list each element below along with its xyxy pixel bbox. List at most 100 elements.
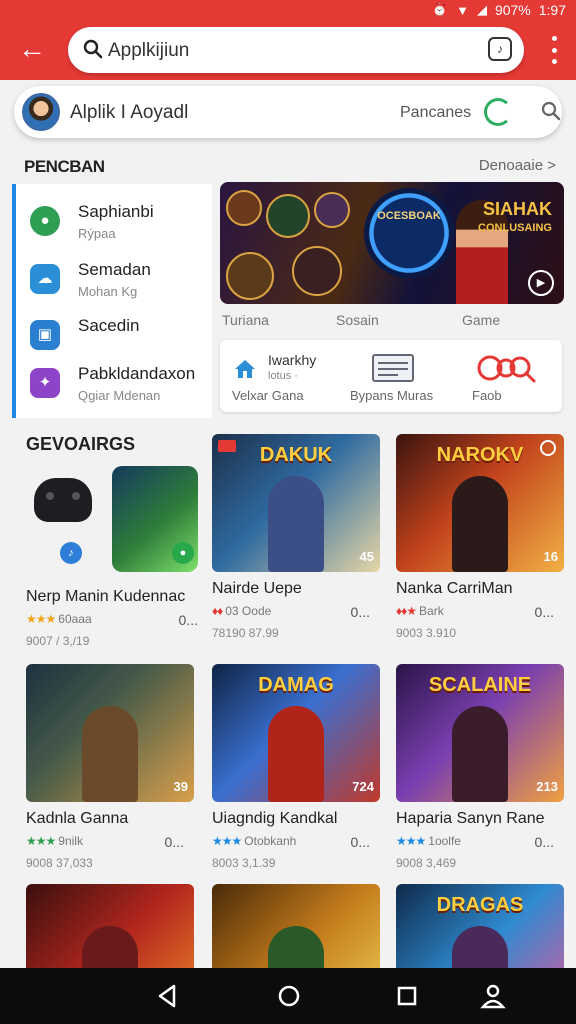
category-label: Saphianbi [78, 202, 154, 221]
promo-tile[interactable]: ♪ ● [26, 464, 198, 574]
game-character [268, 476, 324, 572]
game-card[interactable]: DAMAG 724 Uiagndig Kandkal ★★★ Otobkanh 8003 … [212, 664, 382, 870]
game-thumbnail: 39 [26, 664, 194, 802]
game-title: Uiagndig Kandkal [212, 810, 338, 827]
banner-emblem-text: OCESBOAK [377, 210, 441, 222]
profile-icon[interactable] [478, 982, 508, 1010]
game-thumbnail: SCALAINE 213 [396, 664, 564, 802]
game-price: 9003 3.910 [396, 626, 457, 640]
back-button[interactable]: ← [14, 34, 50, 66]
category-item[interactable]: ✦ Pabkldandaxon Qgiar Mdenan [26, 362, 216, 412]
more-button[interactable]: 0... [351, 604, 370, 620]
game-card[interactable]: SCALAINE 213 Haparia Sanyn Rane ★★★ 1oolfe 90… [396, 664, 566, 870]
app-screen: ⏰ ▼ ◢ 907% 1:97 ← Applkijiun ♪ Alplik I … [0, 0, 576, 1024]
game-price: 9007 / 3,/19 [26, 634, 90, 648]
section-title: PENCBAN [24, 157, 105, 176]
gamepad-icon [34, 478, 92, 522]
game-character [268, 706, 324, 802]
game-badge-number: 213 [536, 779, 558, 794]
star-icon: ♦♦ [212, 604, 223, 618]
game-title: Nerp Manin Kudennac [26, 588, 186, 605]
featured-banner[interactable]: OCESBOAK SIAHAK CONLUSAING ▶ [220, 182, 564, 304]
dot-icon [551, 47, 557, 53]
game-thumbnail: DAMAG 724 [212, 664, 380, 802]
game-rating: ♦♦ 03 Oode [212, 604, 271, 618]
category-label: Pabkldandaxon [78, 364, 196, 383]
game-badge-number: 724 [352, 779, 374, 794]
banner-label: Game [462, 312, 501, 328]
star-icon: ★★★ [26, 834, 56, 848]
star-icon: ★★★ [212, 834, 242, 848]
search-input[interactable]: Applkijiun ♪ [68, 27, 524, 73]
game-rating: ★★★ 1oolfe [396, 834, 461, 848]
category-label: Semadan [78, 260, 151, 279]
app-bar: ⏰ ▼ ◢ 907% 1:97 ← Applkijiun ♪ [0, 0, 576, 80]
more-button[interactable]: 0... [535, 834, 554, 850]
battery-level: 907% [494, 2, 531, 18]
character-portrait [314, 192, 350, 228]
games-heading: GEVOAIRGS [26, 434, 136, 454]
filter-label[interactable]: Pancanes [400, 104, 471, 122]
game-card[interactable]: 39 Kadnla Ganna ★★★ 9nilk 9008 37,033 0... [26, 664, 196, 870]
banner-title: SIAHAK CONLUSAING [442, 200, 552, 238]
game-card[interactable]: DAKUK 45 Nairde Uepe ♦♦ 03 Oode 78190 87.99 0.… [212, 434, 382, 640]
search-icon[interactable] [540, 100, 562, 122]
search-icon [477, 355, 536, 383]
signal-icon: ◢ [476, 2, 487, 17]
more-options-button[interactable] [546, 36, 562, 64]
gamepad-icon: ✦ [30, 368, 60, 398]
wifi-icon: ▼ [456, 2, 469, 18]
voice-search-icon[interactable]: ♪ [488, 37, 512, 61]
quick-tile[interactable]: Iwarkhy lotus · Velxar Gana [220, 340, 338, 412]
category-item[interactable]: ● Saphianbi Rýpaa [26, 200, 216, 250]
nav-recents-icon[interactable] [392, 982, 422, 1010]
dot-icon [551, 36, 557, 41]
game-rating-text: Otobkanh [244, 834, 297, 848]
game-card[interactable]: NAROKV 16 Nanka CarriMan ♦♦★ Bark 9003 3.910 0… [396, 434, 566, 640]
play-icon[interactable]: ▶ [528, 270, 554, 296]
dot-icon [551, 59, 557, 64]
clock: 1:97 [538, 2, 566, 18]
banner-label: Turiana [222, 312, 269, 328]
more-button[interactable]: 0... [165, 834, 184, 850]
game-badge-number: 39 [173, 779, 188, 794]
game-title: Kadnla Ganna [26, 810, 129, 827]
game-rating: ♦♦★ Bark [396, 604, 444, 618]
refresh-icon[interactable] [484, 98, 512, 126]
nav-back-icon[interactable] [152, 982, 182, 1010]
more-button[interactable]: 0... [351, 834, 370, 850]
game-logo: DAKUK [259, 444, 333, 466]
game-rating-text: 9nilk [58, 834, 83, 848]
quick-tile[interactable]: Faob [450, 340, 562, 412]
quick-tile-label: Bypans Muras [350, 388, 434, 403]
character-portrait [266, 194, 310, 238]
game-rating-text: 1oolfe [428, 834, 461, 848]
category-panel: ● Saphianbi Rýpaa ☁ Semadan Mohan Kg ▣ S… [12, 184, 212, 418]
more-button[interactable]: 0... [535, 604, 554, 620]
chat-icon: ● [30, 206, 60, 236]
star-icon: ♦♦★ [396, 604, 417, 618]
game-thumbnail: DAKUK 45 [212, 434, 380, 572]
category-label: Sacedin [78, 316, 140, 335]
more-button[interactable]: 0... [179, 612, 198, 628]
see-all-link[interactable]: Denoaaie > [479, 157, 556, 174]
character-portrait [292, 246, 342, 296]
avatar[interactable] [22, 93, 60, 131]
game-character [82, 706, 138, 802]
game-price: 8003 3,1.39 [212, 856, 276, 870]
quick-tile-label: Velxar Gana [232, 388, 304, 403]
quick-tile[interactable]: Bypans Muras [338, 340, 450, 412]
game-rating-text: Bark [419, 604, 444, 618]
nav-home-icon[interactable] [274, 982, 304, 1010]
category-item[interactable]: ▣ Sacedin [26, 314, 216, 364]
game-badge-number: 16 [543, 549, 558, 564]
game-logo: SCALAINE [428, 674, 532, 696]
game-rating: ★★★ 60aaa [26, 612, 92, 626]
category-item[interactable]: ☁ Semadan Mohan Kg [26, 258, 216, 308]
quick-tile-sub: lotus · [268, 370, 298, 382]
store-search-bar[interactable]: Alplik I Aoyadl Pancanes [14, 86, 562, 138]
game-character [452, 706, 508, 802]
quick-tile-label: Faob [472, 388, 502, 403]
status-bar: ⏰ ▼ ◢ 907% 1:97 [432, 0, 566, 20]
game-title: Nanka CarriMan [396, 580, 513, 597]
